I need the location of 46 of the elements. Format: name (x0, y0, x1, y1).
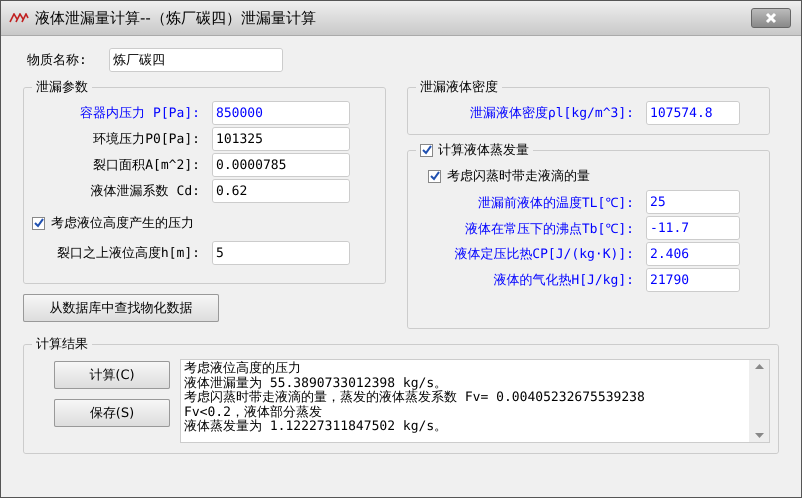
group-title: 泄漏参数 (35, 79, 89, 96)
field-label: 液体定压比热CP[J/(kg·K)]: (453, 246, 635, 263)
checkbox[interactable] (428, 170, 441, 182)
input-field[interactable]: 850000 (212, 101, 350, 125)
field-label: 泄漏前液体的温度TL[℃]: (476, 194, 635, 212)
scroll-down-icon[interactable] (754, 433, 764, 438)
checkbox-label: 考虑液位高度产生的压力 (51, 215, 194, 232)
close-icon (765, 12, 777, 24)
group-title: 计算结果 (35, 336, 89, 353)
input-field[interactable]: 101325 (212, 127, 350, 151)
field-label: 容器内压力 P[Pa]: (79, 105, 201, 122)
input-field[interactable]: -11.7 (646, 216, 740, 240)
action-button[interactable]: 保存(S) (54, 399, 170, 427)
result-line: 考虑闪蒸时带走液滴的量，蒸发的液体蒸发系数 Fv= 0.00405232675539238 (184, 391, 646, 405)
input-field[interactable]: 0.62 (212, 179, 350, 203)
group-title: 计算液体蒸发量 (438, 142, 529, 159)
group-title: 泄漏液体密度 (419, 79, 499, 96)
result-line: 液体泄漏量为 55.3890733012398 kg/s。 (184, 376, 448, 390)
field-label: 裂口面积A[m^2]: (92, 157, 201, 174)
close-button[interactable] (751, 8, 791, 28)
checkbox-label: 考虑闪蒸时带走液滴的量 (447, 168, 590, 185)
result-text-area[interactable]: 考虑液位高度的压力 液体泄漏量为 55.3890733012398 kg/s。 考虑闪蒸时带走液滴的量，蒸发的液体蒸发系数 Fv= 0.00405232675539238 Fv<0.2，液体部分蒸发 液体蒸发量为 1.12227311847502 kg/s。 (180, 359, 770, 443)
lookup-button[interactable]: 从数据库中查找物化数据 (23, 294, 219, 322)
checkbox[interactable] (32, 216, 45, 230)
app-logo-icon (9, 13, 29, 23)
input-field[interactable]: 5 (212, 241, 350, 265)
input-field[interactable]: 107574.8 (646, 101, 740, 125)
input-field[interactable]: 炼厂碳四 (108, 48, 283, 72)
input-field[interactable]: 21790 (646, 268, 740, 292)
result-line: Fv<0.2，液体部分蒸发 (184, 406, 323, 420)
field-label: 环境压力P0[Pa]: (92, 131, 201, 148)
field-label: 裂口之上液位高度h[m]: (56, 245, 201, 262)
input-field[interactable]: 2.406 (646, 242, 740, 266)
action-button[interactable]: 计算(C) (54, 361, 170, 389)
checkbox[interactable] (420, 144, 433, 156)
field-label: 液体泄漏系数 Cd: (90, 183, 201, 200)
result-line: 液体蒸发量为 1.12227311847502 kg/s。 (184, 420, 448, 434)
input-field[interactable]: 25 (646, 190, 740, 214)
field-label: 物质名称: (27, 52, 87, 69)
input-field[interactable]: 0.0000785 (212, 153, 350, 177)
field-label: 液体的气化热H[J/kg]: (492, 272, 635, 289)
result-line: 考虑液位高度的压力 (184, 362, 302, 376)
scroll-up-icon[interactable] (754, 364, 764, 369)
field-label: 液体在常压下的沸点Tb[℃]: (464, 220, 635, 238)
window-title: 液体泄漏量计算--（炼厂碳四）泄漏量计算 (35, 8, 317, 28)
field-label: 泄漏液体密度ρl[kg/m^3]: (468, 105, 635, 122)
